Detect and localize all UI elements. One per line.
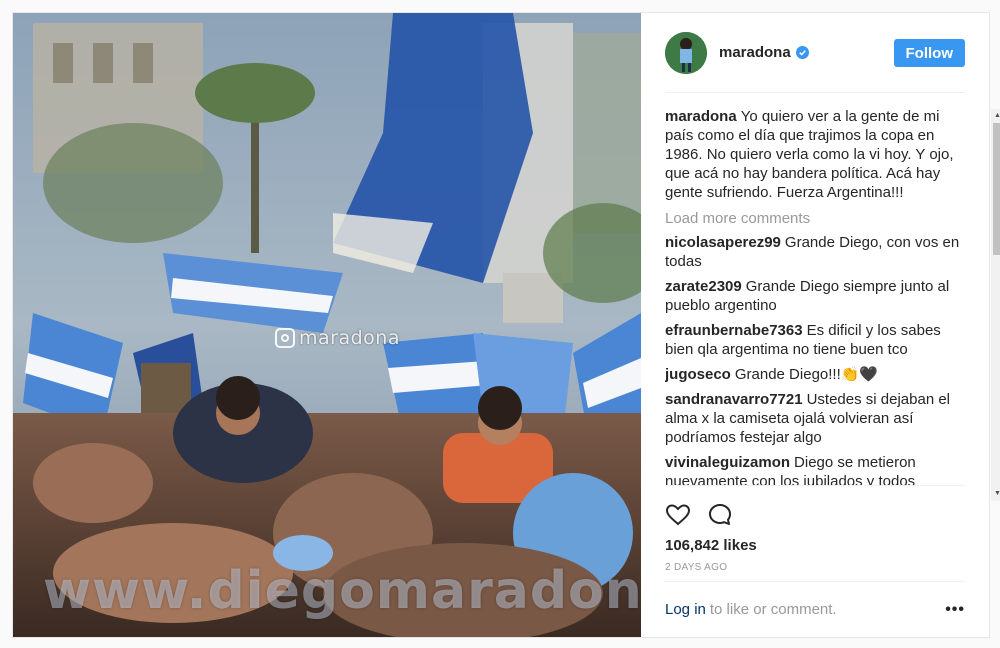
comment-bubble-icon (709, 503, 731, 525)
list-item: efraunbernabe7363 Es dificil y los sabes … (665, 321, 965, 359)
photo-watermark-handle: maradona (275, 327, 400, 349)
comment-username[interactable]: efraunbernabe7363 (665, 322, 803, 339)
like-button[interactable] (665, 502, 691, 528)
avatar[interactable] (665, 31, 707, 74)
verified-badge-icon (795, 46, 809, 59)
follow-button[interactable]: Follow (893, 38, 965, 67)
instagram-logo-icon (275, 328, 295, 348)
comment-footer: Log in to like or comment. ••• (665, 581, 965, 637)
list-item: nicolasaperez99 Grande Diego, con vos en … (665, 233, 965, 271)
list-item: sandranavarro7721 Ustedes si dejaban el a… (665, 390, 965, 447)
comment-username[interactable]: sandranavarro7721 (665, 391, 803, 408)
login-prompt-text: to like or comment. (709, 601, 837, 618)
more-options-button[interactable]: ••• (945, 601, 965, 619)
post-photo[interactable]: maradona www.diegomaradona.com (13, 13, 641, 637)
scroll-up-arrow-icon[interactable]: ▲ (994, 111, 1000, 121)
load-more-comments[interactable]: Load more comments (665, 210, 965, 227)
scroll-down-arrow-icon[interactable]: ▼ (994, 489, 1000, 499)
list-item: vivinaleguizamon Diego se metieron nuevam… (665, 453, 965, 485)
comment-username[interactable]: vivinaleguizamon (665, 454, 790, 471)
comment-username[interactable]: jugoseco (665, 366, 731, 383)
login-link[interactable]: Log in (665, 601, 706, 618)
scrollbar-thumb[interactable] (993, 123, 1000, 255)
photo-watermark-handle-text: maradona (299, 327, 400, 349)
list-item: jugoseco Grande Diego!!!👏🖤 (665, 365, 965, 384)
comments-scrollbar[interactable]: ▲ ▼ (991, 109, 1000, 501)
list-item: zarate2309 Grande Diego siempre junto al … (665, 277, 965, 315)
crowd-photo-graphic (13, 13, 641, 637)
username[interactable]: maradona (719, 44, 791, 61)
caption-username[interactable]: maradona (665, 108, 737, 125)
post-header: maradona Follow (665, 13, 965, 93)
post-sidebar: maradona Follow maradona Yo quiero ver a … (641, 13, 1000, 637)
comment-button[interactable] (707, 502, 733, 528)
action-bar (665, 485, 965, 533)
photo-watermark-site: www.diegomaradona.com (43, 561, 641, 621)
comment-username[interactable]: zarate2309 (665, 278, 742, 295)
comments-list[interactable]: maradona Yo quiero ver a la gente de mi p… (665, 93, 965, 485)
comment-username[interactable]: nicolasaperez99 (665, 234, 781, 251)
post-caption: maradona Yo quiero ver a la gente de mi p… (665, 107, 965, 202)
heart-icon (665, 503, 691, 525)
like-count[interactable]: 106,842 likes (665, 537, 965, 554)
comment-text: Grande Diego!!!👏🖤 (734, 366, 879, 383)
post-timestamp[interactable]: 2 DAYS AGO (665, 562, 965, 573)
post-card: maradona www.diegomaradona.com maradona … (12, 12, 1000, 638)
